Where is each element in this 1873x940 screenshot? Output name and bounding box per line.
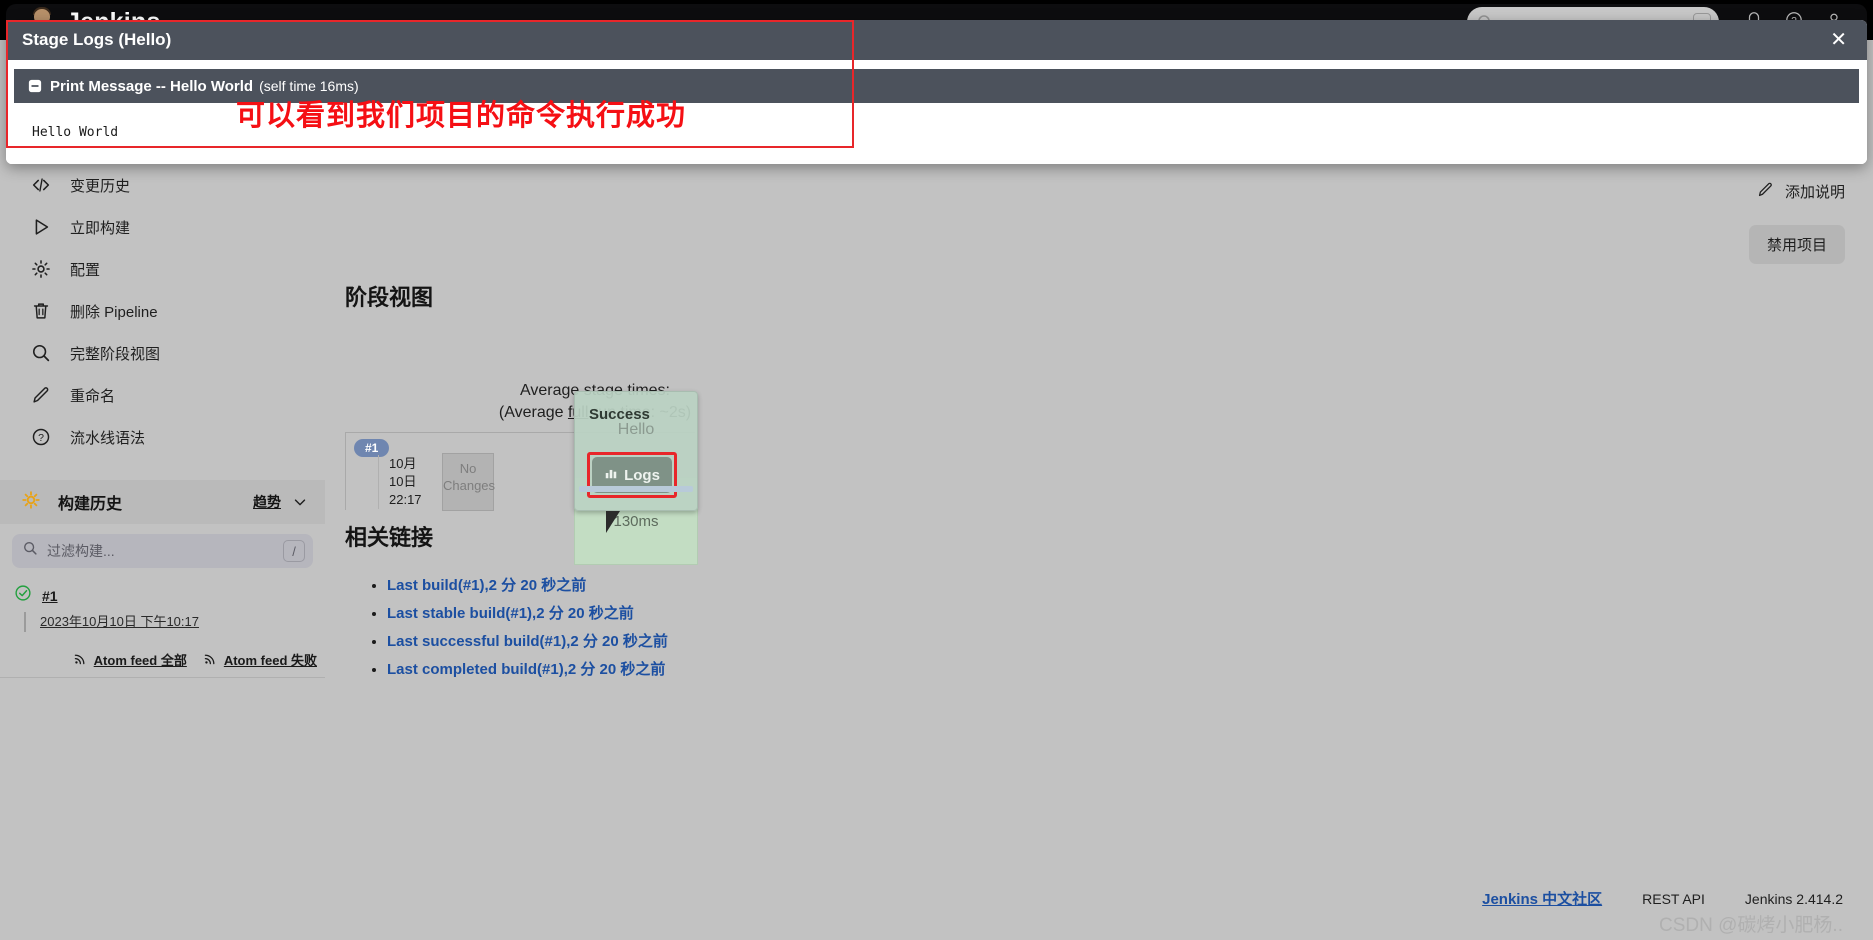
- collapse-icon[interactable]: [28, 79, 42, 93]
- close-icon[interactable]: ✕: [1826, 28, 1851, 52]
- chevron-down-icon[interactable]: [291, 493, 309, 511]
- csdn-watermark: CSDN @碳烤小肥杨..: [1659, 915, 1843, 936]
- bar-chart-icon: [604, 466, 618, 484]
- last-stable-build-link[interactable]: Last stable build(#1),2 分 20 秒之前: [387, 605, 634, 622]
- run-date-time: 22:17: [389, 492, 422, 507]
- add-description-button[interactable]: 添加说明: [1756, 180, 1845, 203]
- stage-view-title: 阶段视图: [345, 285, 434, 310]
- footer: Jenkins 中文社区 REST API Jenkins 2.414.2 CS…: [0, 880, 1873, 940]
- stage-view-table: #1 10月 10日 22:17 No Changes 130ms Succes…: [345, 391, 698, 565]
- stage-view-section: 阶段视图 Average stage times: (Average full …: [345, 280, 1445, 565]
- atom-feed-failed-link[interactable]: Atom feed 失败: [203, 650, 317, 669]
- sidebar-item-change-history[interactable]: 变更历史: [8, 164, 317, 206]
- sidebar-item-label: 重命名: [70, 387, 116, 405]
- question-icon: ?: [28, 424, 54, 450]
- tooltip-stage-name: Hello: [617, 421, 655, 438]
- main-actions: 添加说明 禁用项目: [1748, 180, 1845, 264]
- sidebar-item-delete-pipeline[interactable]: 删除 Pipeline: [8, 290, 317, 332]
- search-icon: [28, 340, 54, 366]
- footer-links: Jenkins 中文社区 REST API Jenkins 2.414.2: [1482, 888, 1843, 909]
- filter-builds-placeholder: 过滤构建...: [47, 543, 115, 559]
- run-changes-cell: No Changes: [442, 453, 495, 511]
- sidebar-item-label: 完整阶段视图: [70, 345, 161, 363]
- related-links-list: Last build(#1),2 分 20 秒之前 Last stable bu…: [345, 574, 668, 679]
- search-icon: [22, 540, 39, 562]
- atom-feed-failed-label: Atom feed 失败: [223, 653, 317, 668]
- run-date-cell: 10月 10日 22:17: [378, 455, 430, 509]
- list-item: Last completed build(#1),2 分 20 秒之前: [387, 658, 668, 679]
- play-icon: [28, 214, 54, 240]
- pencil-icon: [1756, 180, 1775, 203]
- jenkins-community-link[interactable]: Jenkins 中文社区: [1482, 888, 1602, 909]
- sidebar-item-label: 立即构建: [70, 219, 131, 237]
- stage-logs-button-label: Logs: [624, 466, 660, 484]
- tooltip-pointer: [606, 511, 620, 533]
- atom-feeds: Atom feed 全部 Atom feed 失败: [0, 650, 325, 677]
- sidebar-item-rename[interactable]: 重命名: [8, 374, 317, 416]
- sidebar-item-full-stage-view[interactable]: 完整阶段视图: [8, 332, 317, 374]
- last-completed-build-link[interactable]: Last completed build(#1),2 分 20 秒之前: [387, 661, 665, 678]
- last-successful-build-link[interactable]: Last successful build(#1),2 分 20 秒之前: [387, 633, 668, 650]
- list-item: Last successful build(#1),2 分 20 秒之前: [387, 630, 668, 651]
- filter-builds-input[interactable]: 过滤构建... /: [12, 534, 313, 568]
- gear-icon: [28, 256, 54, 282]
- jenkins-page: Jenkins ?: [0, 0, 1873, 940]
- atom-feed-all-label: Atom feed 全部: [93, 653, 187, 668]
- build-number-link[interactable]: #1: [42, 588, 58, 604]
- annotation-text: 可以看到我们项目的命令执行成功: [236, 100, 687, 132]
- success-check-icon: [14, 584, 32, 607]
- sidebar-item-pipeline-syntax[interactable]: ? 流水线语法: [8, 416, 317, 458]
- build-date-link[interactable]: 2023年10月10日 下午10:17: [24, 612, 325, 632]
- sidebar-item-build-now[interactable]: 立即构建: [8, 206, 317, 248]
- sun-icon: [20, 489, 42, 516]
- build-history-header: 构建历史 趋势: [0, 480, 325, 524]
- sidebar-item-label: 删除 Pipeline: [70, 303, 158, 321]
- sidebar-item-label: 配置: [70, 261, 101, 279]
- build-head: #1: [14, 584, 325, 607]
- avg-prefix: (Average: [498, 404, 568, 421]
- modal-title: Stage Logs (Hello): [22, 30, 172, 49]
- list-item: Last build(#1),2 分 20 秒之前: [387, 574, 668, 595]
- stage-tooltip: Success Hello 130ms Logs: [574, 391, 698, 511]
- modal-header: Stage Logs (Hello) ✕: [6, 20, 1867, 60]
- rest-api-link[interactable]: REST API: [1642, 891, 1705, 907]
- list-item: Last stable build(#1),2 分 20 秒之前: [387, 602, 668, 623]
- sidebar-divider: [0, 677, 325, 678]
- disable-project-button[interactable]: 禁用项目: [1748, 225, 1845, 264]
- run-date-month: 10月: [389, 456, 417, 471]
- related-links-section: 相关链接 Last build(#1),2 分 20 秒之前 Last stab…: [345, 520, 668, 686]
- sidebar-item-label: 变更历史: [70, 177, 131, 195]
- log-step-name: Print Message -- Hello World: [50, 77, 254, 95]
- sidebar: 变更历史 立即构建 配置 删除 Pipeline 完整阶段视图 重命名 ? 流水…: [0, 150, 325, 678]
- code-icon: [28, 172, 54, 198]
- tooltip-progress-bar: [579, 486, 693, 492]
- rss-icon: [203, 651, 218, 669]
- atom-feed-all-link[interactable]: Atom feed 全部: [73, 650, 187, 669]
- sidebar-item-configure[interactable]: 配置: [8, 248, 317, 290]
- filter-shortcut-key: /: [283, 540, 305, 562]
- svg-text:?: ?: [38, 432, 44, 444]
- add-description-label: 添加说明: [1784, 184, 1845, 201]
- run-date-day: 10日: [389, 474, 417, 489]
- last-build-link[interactable]: Last build(#1),2 分 20 秒之前: [387, 577, 586, 594]
- trend-link[interactable]: 趋势: [253, 492, 281, 512]
- pencil-icon: [28, 382, 54, 408]
- build-history-title: 构建历史: [58, 496, 123, 513]
- rss-icon: [73, 651, 88, 669]
- sidebar-item-label: 流水线语法: [70, 429, 146, 447]
- trash-icon: [28, 298, 54, 324]
- jenkins-version-label: Jenkins 2.414.2: [1744, 890, 1843, 907]
- build-history-item[interactable]: #1 2023年10月10日 下午10:17: [0, 584, 325, 632]
